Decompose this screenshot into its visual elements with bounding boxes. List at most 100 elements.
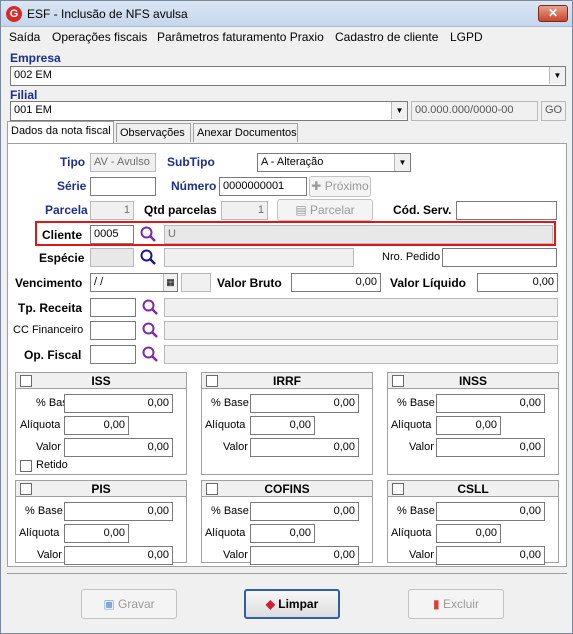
gravar-button[interactable]: ▣ Gravar [81, 589, 177, 619]
aliquota-label: Alíquota [205, 419, 246, 431]
cc-financeiro-input[interactable] [90, 321, 136, 340]
cc-financeiro-desc-field [164, 321, 558, 340]
irrf-valor-input[interactable]: 0,00 [250, 438, 359, 457]
tax-title: CSLL [457, 482, 489, 496]
cofins-valor-input[interactable]: 0,00 [250, 546, 359, 565]
menu-operacoes-fiscais[interactable]: Operações fiscais [52, 30, 147, 44]
retido-checkbox[interactable] [20, 460, 32, 472]
filial-select[interactable]: 001 EM ▼ [10, 101, 408, 121]
tax-header: INSS [388, 373, 558, 389]
tab-anexar-documentos[interactable]: Anexar Documentos [193, 123, 298, 142]
tax-title: INSS [458, 374, 487, 388]
nro-pedido-input[interactable] [442, 248, 557, 267]
tax-header: PIS [16, 481, 186, 497]
excluir-label: Excluir [442, 597, 479, 611]
limpar-button[interactable]: ◆ Limpar [244, 589, 340, 619]
proximo-button[interactable]: ✚ Próximo [309, 176, 371, 197]
parcela-field: 1 [90, 201, 134, 220]
search-icon[interactable] [139, 225, 157, 243]
cofins-aliquota-input[interactable]: 0,00 [250, 524, 315, 543]
op-fiscal-label: Op. Fiscal [24, 348, 82, 362]
aliquota-label: Alíquota [20, 419, 61, 431]
vencimento-label: Vencimento [15, 276, 83, 290]
valor-label: Valor [409, 441, 434, 453]
inss-aliquota-input[interactable]: 0,00 [436, 416, 501, 435]
tab-strip: Dados da nota fiscal Observações Anexar … [7, 121, 567, 145]
search-icon[interactable] [141, 298, 159, 316]
especie-label: Espécie [39, 251, 85, 265]
calendar-icon[interactable]: ▦ [163, 274, 177, 291]
iss-aliquota-input[interactable]: 0,00 [64, 416, 129, 435]
tipo-field: AV - Avulso [90, 153, 156, 172]
chevron-down-icon[interactable]: ▼ [549, 67, 565, 84]
inss-base-input[interactable]: 0,00 [436, 394, 545, 413]
csll-base-input[interactable]: 0,00 [436, 502, 545, 521]
valor-bruto-input[interactable]: 0,00 [291, 273, 381, 292]
empresa-select[interactable]: 002 EM ▼ [10, 66, 566, 86]
cofins-base-input[interactable]: 0,00 [250, 502, 359, 521]
menu-saida[interactable]: Saída [9, 30, 40, 44]
tax-box-inss: INSS % Base 0,00 Alíquota 0,00 Valor 0,0… [387, 372, 559, 475]
irrf-aliquota-input[interactable]: 0,00 [250, 416, 315, 435]
footer-divider [7, 573, 567, 574]
parcelar-button[interactable]: ▤ Parcelar [277, 199, 373, 221]
chevron-down-icon[interactable]: ▼ [391, 102, 407, 119]
especie-input[interactable] [90, 248, 134, 267]
tax-title: IRRF [273, 374, 301, 388]
tp-receita-input[interactable] [90, 298, 136, 317]
limpar-label: Limpar [278, 597, 319, 611]
tab-dados-nota-fiscal[interactable]: Dados da nota fiscal [7, 121, 114, 143]
proximo-label: Próximo [324, 179, 369, 193]
parcela-label: Parcela [45, 203, 88, 217]
pis-base-input[interactable]: 0,00 [64, 502, 173, 521]
valor-label: Valor [409, 549, 434, 561]
trash-icon: ▮ [433, 597, 443, 611]
subtipo-select[interactable]: A - Alteração ▼ [257, 153, 411, 172]
csll-valor-input[interactable]: 0,00 [436, 546, 545, 565]
cc-financeiro-label: CC Financeiro [13, 324, 84, 336]
vencimento-value: / / [94, 276, 104, 288]
vencimento-input[interactable]: / / ▦ [90, 273, 178, 292]
search-icon[interactable] [141, 321, 159, 339]
valor-label: Valor [36, 441, 61, 453]
valor-liquido-input[interactable]: 0,00 [477, 273, 558, 292]
inss-valor-input[interactable]: 0,00 [436, 438, 545, 457]
excluir-button[interactable]: ▮ Excluir [408, 589, 504, 619]
base-label: % Base [211, 505, 249, 517]
filial-label: Filial [10, 88, 38, 102]
cliente-code-input[interactable]: 0005 [90, 225, 134, 244]
menu-cadastro-cliente[interactable]: Cadastro de cliente [335, 30, 438, 44]
floppy-disk-icon: ▣ [103, 597, 118, 611]
cod-serv-input[interactable] [456, 201, 557, 220]
gravar-label: Gravar [117, 597, 155, 611]
chevron-down-icon[interactable]: ▼ [394, 154, 410, 171]
tax-box-pis: PIS % Base 0,00 Alíquota 0,00 Valor 0,00 [15, 480, 187, 565]
pis-valor-input[interactable]: 0,00 [64, 546, 173, 565]
pis-aliquota-input[interactable]: 0,00 [64, 524, 129, 543]
search-icon[interactable] [141, 345, 159, 363]
window-title: ESF - Inclusão de NFS avulsa [27, 7, 188, 21]
serie-input[interactable] [90, 177, 156, 196]
close-button[interactable]: ✕ [538, 5, 568, 22]
especie-desc-field [164, 248, 354, 267]
tab-observacoes[interactable]: Observações [116, 123, 191, 142]
op-fiscal-input[interactable] [90, 345, 136, 364]
aliquota-label: Alíquota [391, 419, 432, 431]
aliquota-label: Alíquota [19, 527, 60, 539]
irrf-base-input[interactable]: 0,00 [250, 394, 359, 413]
tp-receita-label: Tp. Receita [18, 301, 83, 315]
cliente-name-field: U [164, 225, 553, 244]
menu-lgpd[interactable]: LGPD [450, 30, 483, 44]
tax-title: ISS [91, 374, 111, 388]
title-bar: G ESF - Inclusão de NFS avulsa ✕ [1, 1, 572, 27]
tax-header: CSLL [388, 481, 558, 497]
menu-bar: Saída Operações fiscais Parâmetros fatur… [1, 27, 572, 47]
menu-parametros-faturamento[interactable]: Parâmetros faturamento Praxio [157, 30, 324, 44]
csll-aliquota-input[interactable]: 0,00 [436, 524, 501, 543]
search-icon[interactable] [139, 248, 157, 266]
numero-input[interactable]: 0000000001 [219, 177, 307, 196]
valor-label: Valor [223, 441, 248, 453]
iss-valor-input[interactable]: 0,00 [64, 438, 173, 457]
iss-base-input[interactable]: 0,00 [64, 394, 173, 413]
filial-value: 001 EM [14, 104, 52, 116]
